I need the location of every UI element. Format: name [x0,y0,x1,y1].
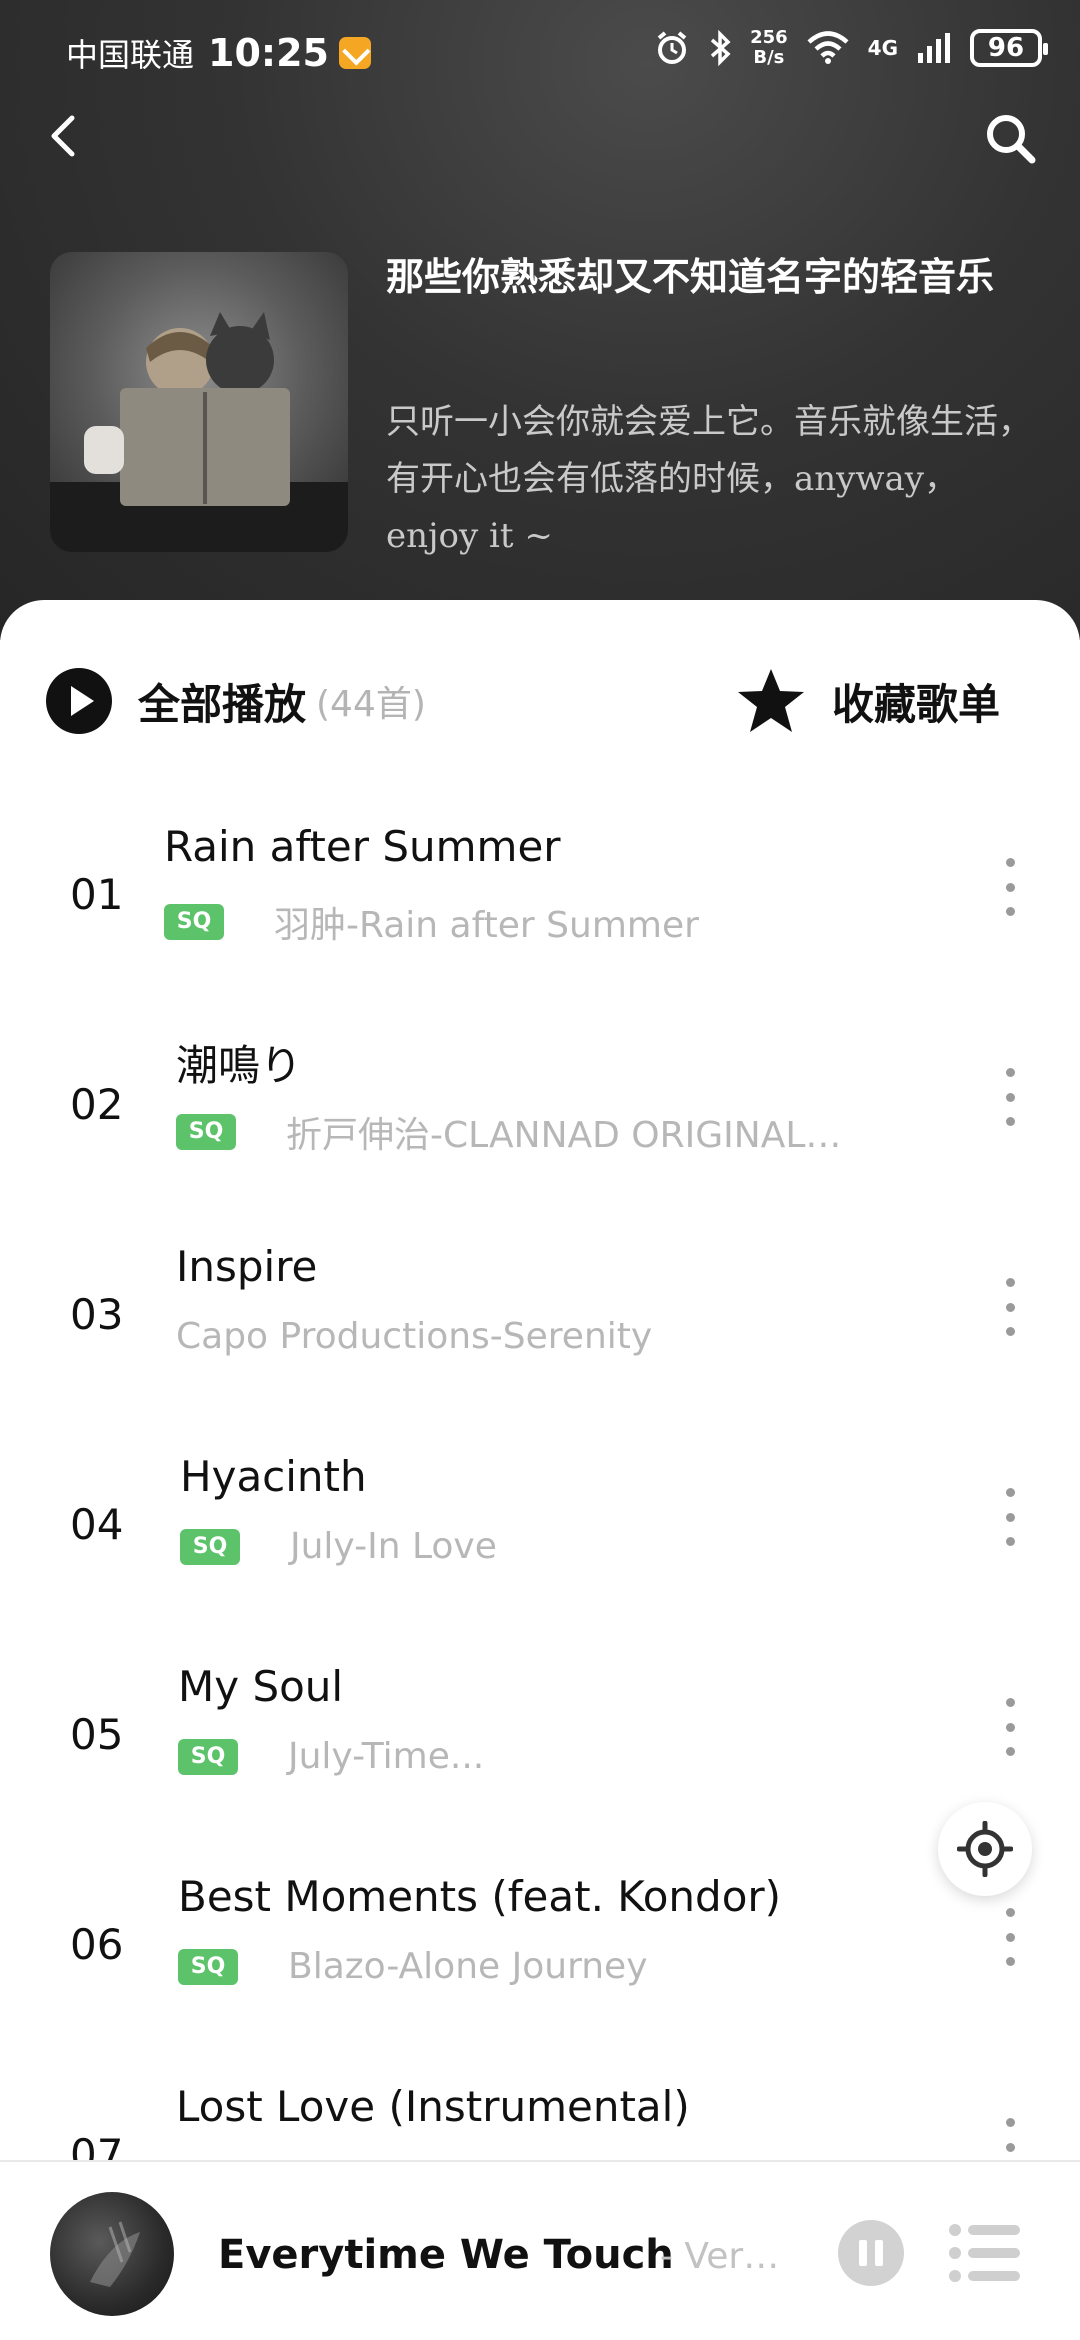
now-playing-artwork [90,2221,140,2287]
playlist-actions: 全部播放 (44首) 收藏歌单 [0,660,1080,742]
track-row[interactable]: 03 Inspire Capo Productions-Serenity [0,1210,1080,1420]
track-artist-album: 羽肿-Rain after Summer [274,905,699,946]
more-vertical-icon [1005,2118,1015,2127]
now-playing-subtitle: - Ver… [660,2236,780,2277]
search-button[interactable] [980,108,1040,168]
app-notification-icon [338,37,371,69]
more-vertical-icon [1005,1698,1015,1707]
track-meta: Capo Productions-Serenity [176,1316,652,1357]
status-bar: 中国联通 10:25 256 B/s 4G 96 [0,0,1080,110]
now-playing-title: Everytime We Touch [218,2232,674,2278]
more-options-button[interactable] [990,1482,1030,1552]
more-vertical-icon [1005,1488,1015,1497]
track-meta: SQ July-In Love [180,1526,497,1567]
status-time: 10:25 [208,31,329,75]
favorite-label: 收藏歌单 [831,679,1000,729]
track-title: Rain after Summer [164,822,561,871]
signal-icon [918,33,950,63]
playlist-screen: 中国联通 10:25 256 B/s 4G 96 那些你熟悉却又不知道名字的轻音… [0,0,1080,2340]
pause-icon [859,2240,867,2266]
net-speed: 256 B/s [750,28,788,68]
more-options-button[interactable] [990,2112,1030,2160]
pause-button[interactable] [838,2220,904,2286]
more-vertical-icon [1005,1908,1015,1917]
locate-current-track-button[interactable] [938,1802,1032,1896]
sq-badge: SQ [178,1738,238,1775]
track-artist-album: July-Time... [288,1736,485,1777]
playlist-title: 那些你熟悉却又不知道名字的轻音乐 [386,254,995,299]
track-title: Lost Love (Instrumental) [176,2082,690,2131]
play-all-button[interactable]: 全部播放 (44首) [46,660,426,742]
track-row[interactable]: 06 Best Moments (feat. Kondor) SQ Blazo-… [0,1840,1080,2050]
track-artist-album: 折戸伸治-CLANNAD ORIGINAL… [286,1115,842,1156]
more-options-button[interactable] [990,1902,1030,1972]
track-list: 01 Rain after Summer SQ 羽肿-Rain after Su… [0,790,1080,2160]
track-row[interactable]: 05 My Soul SQ July-Time... [0,1630,1080,1840]
status-left: 中国联通 10:25 [66,30,371,76]
track-number: 01 [70,870,124,919]
track-title: 潮鳴り [176,1041,303,1090]
track-number: 04 [70,1500,124,1549]
track-meta: SQ Blazo-Alone Journey [178,1946,648,1987]
sq-badge: SQ [178,1948,238,1985]
more-options-button[interactable] [990,1272,1030,1342]
track-number: 02 [70,1080,124,1129]
track-artist-album: Capo Productions-Serenity [176,1316,653,1357]
sq-badge: SQ [164,904,224,940]
track-title: Inspire [176,1242,318,1291]
battery-level: 96 [987,33,1025,63]
bluetooth-icon [710,30,731,66]
play-all-label: 全部播放 [138,679,307,729]
more-options-button[interactable] [990,1062,1030,1132]
battery-indicator: 96 [970,29,1048,67]
now-playing-cover[interactable] [50,2192,174,2316]
search-icon [987,115,1036,164]
net-speed-unit: B/s [753,47,785,68]
alarm-icon [657,31,687,64]
net-speed-value: 256 [750,27,788,48]
track-number: 07 [70,2130,124,2160]
sq-badge: SQ [176,1114,236,1150]
playlist-queue-icon [949,2224,1020,2282]
back-button[interactable] [40,110,90,160]
track-meta: SQ 羽肿-Rain after Summer [164,896,699,948]
wifi-icon [807,31,849,64]
playlist-description: 只听一小会你就会爱上它。音乐就像生活，有开心也会有低落的时候，anyway，en… [386,402,1032,556]
track-row[interactable]: 02 潮鳴り SQ 折戸伸治-CLANNAD ORIGINAL… [0,1000,1080,1210]
cover-illustration [50,312,348,552]
track-title: Best Moments (feat. Kondor) [178,1872,782,1921]
playlist-cover-image[interactable] [50,252,348,552]
play-queue-button[interactable] [948,2220,1022,2286]
carrier-name: 中国联通 [66,36,195,74]
track-artist-album: Blazo-Alone Journey [288,1946,648,1987]
track-meta: SQ July-Time... [178,1736,484,1777]
chevron-left-icon [51,115,75,157]
track-artist-album: July-In Love [290,1526,497,1567]
more-vertical-icon [1005,1068,1015,1077]
track-title: My Soul [178,1662,344,1711]
track-meta: SQ 折戸伸治-CLANNAD ORIGINAL… [176,1106,841,1158]
more-vertical-icon [1005,858,1015,867]
track-number: 05 [70,1710,124,1759]
more-options-button[interactable] [990,1692,1030,1762]
play-circle-icon [46,668,112,734]
mini-player[interactable]: Everytime We Touch - Ver… [0,2160,1080,2340]
star-icon [737,669,804,732]
track-number: 03 [70,1290,124,1339]
locate-icon [957,1821,1013,1877]
more-vertical-icon [1005,1278,1015,1287]
favorite-playlist-button[interactable]: 收藏歌单 [736,660,1000,742]
more-options-button[interactable] [990,852,1030,922]
track-row[interactable]: 04 Hyacinth SQ July-In Love [0,1420,1080,1630]
track-row[interactable]: 07 Lost Love (Instrumental) [0,2050,1080,2160]
playlist-header: 中国联通 10:25 256 B/s 4G 96 那些你熟悉却又不知道名字的轻音… [0,0,1080,640]
track-count: (44首) [316,684,426,725]
track-row[interactable]: 01 Rain after Summer SQ 羽肿-Rain after Su… [0,790,1080,1000]
network-type: 4G [867,36,898,60]
status-right: 256 B/s 4G 96 [654,28,1048,68]
sq-badge: SQ [180,1528,240,1565]
track-title: Hyacinth [180,1452,367,1501]
track-number: 06 [70,1920,124,1969]
